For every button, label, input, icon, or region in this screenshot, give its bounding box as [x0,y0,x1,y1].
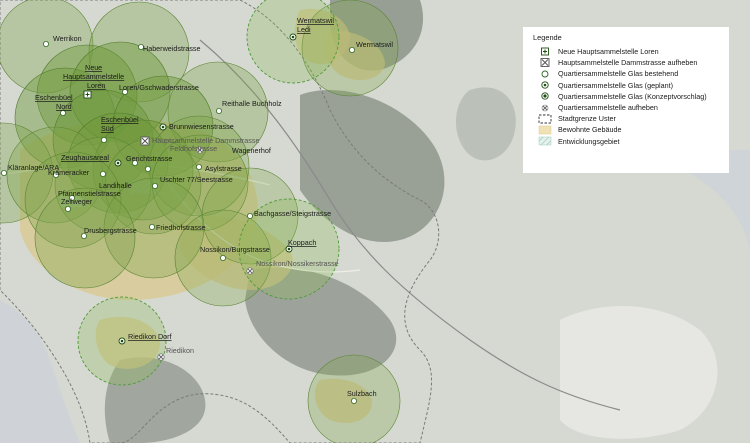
legend-item: Hauptsammelstelle Dammstrasse aufheben [529,57,723,68]
planned-station-icon [538,80,552,90]
label-riedikon-dorf: Riedikon Dorf [128,332,172,341]
concept-station-marker [114,159,122,167]
existing-station-marker [65,205,72,212]
remove-station-marker [246,267,254,275]
existing-station-marker [151,182,158,189]
remove-main-station-icon [538,57,552,68]
label-sulzbach: Sulzbach [347,389,377,398]
label-werrikon: Werrikon [53,34,82,43]
legend-item: Quartiersammelstelle Glas (geplant) [529,80,723,91]
label-friedhof: Friedhofstrasse [156,223,206,232]
label-eschenbuel-sued-1: Eschenbüel [101,115,139,124]
existing-station-marker [101,136,108,143]
label-uschter: Uschter 77/Seestrasse [160,175,233,184]
existing-station-marker [246,212,253,219]
label-zellweger: Zellweger [61,197,93,206]
legend-item-label: Quartiersammelstelle Glas (geplant) [558,80,674,90]
label-reithalle: Reithalle Buchholz [222,99,282,108]
legend-item-label: Stadtgrenze Uster [558,114,616,124]
legend-item-label: Hauptsammelstelle Dammstrasse aufheben [558,58,698,68]
label-loren-gschwader: Loren/Gschwaderstrasse [119,83,199,92]
concept-station-marker [159,123,167,131]
label-asyl: Asylstrasse [205,164,242,173]
legend-item: Quartiersammelstelle aufheben [529,102,723,113]
new-main-station-marker [83,90,92,99]
remove-station-marker [157,353,165,361]
label-neue-hs-1: Neue [85,63,102,72]
label-wermatswil-ledi-1: Wermatswil [297,16,334,25]
legend-item: Entwicklungsgebiet [529,136,723,147]
label-nossikon-nossiker: Nossikon/Nossikerstrasse [256,259,339,268]
concept-station-icon [538,91,552,101]
label-feldhof: Feldhofstrasse [170,144,217,153]
label-wermatswil-ledi-2: Ledi [297,25,311,34]
label-eschenbuel-sued-2: Süd [101,124,114,133]
existing-station-marker [1,169,7,176]
new-main-station-icon [538,47,552,57]
legend-item: Neue Hauptsammelstelle Loren [529,46,723,57]
label-eschenbuel-nord-1: Eschenbüel [35,93,73,102]
city-boundary-icon [538,114,552,124]
label-haberweid: Haberweidstrasse [143,44,201,53]
label-wermatswil: Wermatswil [356,40,393,49]
legend-item-label: Quartiersammelstelle Glas bestehend [558,69,679,79]
legend-item-label: Bewohnte Gebäude [558,125,622,135]
legend-title: Legende [533,33,562,42]
label-koppach: Koppach [288,238,316,247]
label-gerichts: Gerichtstrasse [126,154,172,163]
settlement-area [560,306,718,439]
legend-item-label: Entwicklungsgebiet [558,136,620,146]
existing-station-marker [148,223,155,230]
legend-item: Bewohnte Gebäude [529,124,723,135]
existing-station-marker [219,254,226,261]
existing-station-marker [100,170,107,177]
label-riedikon: Riedikon [166,346,194,355]
inhabited-buildings-icon [538,125,552,135]
legend-item-label: Neue Hauptsammelstelle Loren [558,47,659,57]
legend-item: Quartiersammelstelle Glas (Konzeptvorsch… [529,91,723,102]
legend-item-label: Quartiersammelstelle Glas (Konzeptvorsch… [558,91,707,101]
label-bachgasse: Bachgasse/Steigstrasse [254,209,331,218]
existing-station-marker [215,108,222,115]
planned-station-marker [118,337,126,345]
label-nossikon-burg: Nossikon/Burgstrasse [200,245,270,254]
legend-item: Stadtgrenze Uster [529,113,723,124]
remove-main-station-marker [140,136,150,146]
legend-item: Quartiersammelstelle Glas bestehend [529,68,723,79]
development-area-icon [538,136,552,146]
label-neue-hs-2: Hauptsammelstelle [63,72,124,81]
remove-station-icon [538,103,552,113]
label-wagenerhof: Wagenerhof [232,146,271,155]
legend-panel: Legende Neue Hauptsammelstelle Loren Hau… [523,27,729,173]
existing-station-marker [348,47,355,54]
label-drusberg: Drusbergstrasse [84,226,137,235]
existing-station-marker [144,165,151,172]
existing-station-marker [43,41,50,48]
label-kraemeracker: Krämeracker [48,168,90,177]
existing-station-marker [60,110,67,117]
label-eschenbuel-nord-2: Nord [56,102,72,111]
existing-station-icon [538,69,552,79]
label-zeughaus: Zeughausareal [61,153,109,162]
label-neue-hs-3: Loren [87,81,105,90]
planned-station-marker [289,33,297,41]
existing-station-marker [195,163,202,170]
legend-item-label: Quartiersammelstelle aufheben [558,103,658,113]
label-brunnwiesen: Brunnwiesenstrasse [169,122,234,131]
existing-station-marker [350,397,357,404]
